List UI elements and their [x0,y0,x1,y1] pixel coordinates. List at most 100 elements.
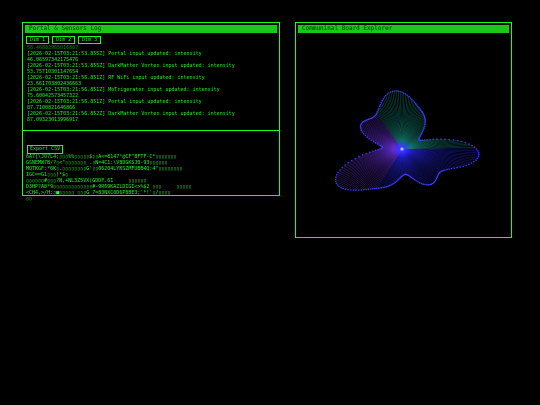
board-visualization[interactable] [296,35,511,231]
export-csv-button[interactable]: Export CSV [27,145,64,154]
ray-tip [389,91,392,93]
ray-tip [446,168,448,171]
ray-tip [430,183,433,185]
ray-tip [337,171,339,174]
ray-tip [377,109,380,111]
ray-tip [380,187,383,189]
ray-tip [358,155,360,158]
ray-tip [403,92,405,94]
ray-tip [397,90,399,92]
ray-tip [349,189,352,191]
ray-tip [338,185,340,188]
ray-line [340,148,403,188]
ray-tip [421,130,424,133]
ray-tip [385,94,387,97]
ray-tip [347,188,349,191]
ray-tip [427,184,430,186]
ray-tip [468,163,470,166]
ray-tip [371,187,374,190]
ray-tip [475,159,477,161]
ray-tip [365,152,367,155]
tab-dim-1[interactable]: Dim 1 [26,36,50,44]
ray-tip [476,157,479,160]
ray-tip [360,129,363,132]
ray-tip [440,138,442,140]
ray-tip [387,185,389,188]
ray-tip [424,123,426,126]
board-window-title: Communinal Board Explorer [298,25,509,33]
ray-tip [416,104,418,106]
ray-tip [477,150,479,152]
ray-tip [418,182,421,184]
ray-tip [478,153,480,156]
ray-tip [457,139,459,142]
ray-tip [339,169,341,171]
ray-tip [381,99,383,102]
ray-tip [459,166,461,168]
ray-tip [364,134,367,137]
ray-tip [388,92,390,94]
ray-tip [406,94,409,97]
ray-tip [365,188,367,191]
ray-tip [424,120,426,122]
ray-tip [395,180,398,182]
ray-tip [385,186,388,188]
tab-dim-3[interactable]: Dim 3 [78,36,102,44]
ray-tip [410,176,413,179]
ray-tip [384,186,386,188]
ray-tip [415,180,417,182]
ray-tip [418,106,420,109]
ray-tip [412,100,414,102]
ray-tip [360,128,362,130]
ray-tip [378,105,381,108]
ray-tip [344,164,346,166]
glyph-line: ▯▯ [26,196,33,202]
log-line: 87.09323013996917 [27,117,79,123]
ray-tip [377,187,379,189]
ray-tip [335,182,338,185]
ray-tip [365,119,367,122]
ray-tip [372,150,374,152]
ray-tip [414,102,417,105]
tab-dim-2[interactable]: Dim 2 [52,36,76,44]
ray-tip [342,187,344,190]
ray-tip [335,174,338,176]
ray-tip [334,178,337,181]
ray-tip [366,136,368,138]
ray-tip [424,122,426,124]
ray-tip [399,90,401,93]
ray-tip [404,93,407,95]
ray-tip [357,189,360,191]
ray-tip [383,96,386,98]
ray-tip [391,183,394,185]
glyph-stream: 6A7{\JO7L4;▯▯▯%%▯▯▯▯▯$▯▯A<=8147¹@CF"8FTF… [23,154,279,206]
ray-tip [382,98,384,100]
ray-tip [423,127,425,129]
ray-tip [473,146,476,148]
ray-tip [411,98,413,101]
ray-tip [335,176,337,179]
ray-tip [368,151,371,153]
ray-tip [456,166,458,169]
ray-tip [352,189,355,191]
ray-tip [409,97,412,99]
ray-tip [413,178,416,181]
ray-tip [465,164,467,167]
ray-tip [413,101,416,104]
ray-tip [473,160,475,163]
ray-tip [336,184,339,186]
ray-tip [448,168,450,170]
ray-tip [350,159,353,162]
ray-tip [442,169,444,172]
ray-tip [391,90,394,93]
sensor-log[interactable]: 58.46802965016867 [2026-02-15T03:21:53.8… [23,45,279,124]
ray-tip [376,112,378,114]
ray-tip [388,184,391,187]
ray-tip [452,139,455,141]
ray-tip [444,138,446,140]
ray-tip [363,188,365,191]
ray-tip [412,177,414,180]
ray-tip [424,183,426,186]
ray-tip [355,189,357,191]
ray-tip [395,90,398,92]
